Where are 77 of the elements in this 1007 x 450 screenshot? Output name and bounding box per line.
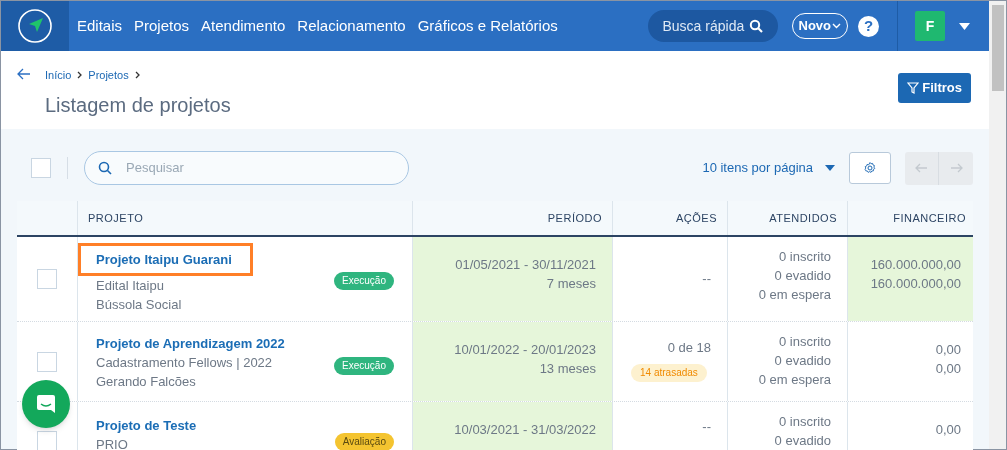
period-text: 13 meses: [539, 360, 596, 378]
nav-link[interactable]: Relacionamento: [297, 14, 406, 38]
column-header[interactable]: AÇÕES: [676, 209, 717, 227]
select-all-checkbox[interactable]: [31, 158, 51, 178]
status-badge: Execução: [334, 272, 394, 290]
financial-text: 160.000.000,00: [870, 256, 961, 274]
project-detail-text: Cadastramento Fellows | 2022: [96, 354, 274, 372]
financial-text: 0,00: [935, 421, 961, 439]
attendance-text: 0 inscrito: [778, 413, 831, 431]
period-text: 7 meses: [546, 275, 596, 293]
column-header[interactable]: ATENDIDOS: [769, 209, 837, 227]
project-title-link[interactable]: Projeto de Aprendizagem 2022: [96, 334, 285, 353]
page-title: Listagem de projetos: [45, 92, 231, 118]
settings-icon: [863, 161, 877, 175]
next-page-button[interactable]: [939, 151, 973, 185]
attendance-text: 0 evadido: [774, 352, 831, 370]
search-icon: [98, 161, 112, 175]
quick-search-field[interactable]: Busca rápida: [647, 10, 778, 42]
help-button[interactable]: ?: [858, 15, 879, 37]
actions-text: --: [702, 417, 711, 436]
caret-down-icon: [825, 165, 835, 171]
project-detail-text: Gerando Falcões: [96, 373, 197, 391]
financial-text: 0,00: [935, 360, 961, 378]
caret-down-icon[interactable]: [959, 22, 970, 30]
attendance-text: 0 inscrito: [778, 333, 831, 351]
financial-text: 0,00: [935, 341, 961, 359]
project-title-link[interactable]: Projeto Itaipu Guarani: [96, 252, 232, 267]
attendance-text: 0 evadido: [774, 432, 831, 450]
quick-search-placeholder: Busca rápida: [662, 16, 745, 36]
filters-button[interactable]: Filtros: [898, 73, 971, 103]
period-text: 01/05/2021 - 30/11/2021: [455, 256, 596, 274]
back-arrow-icon[interactable]: [17, 68, 31, 80]
breadcrumb-link[interactable]: Início: [45, 67, 72, 84]
nav-link[interactable]: Editais: [77, 14, 123, 38]
attendance-text: 0 inscrito: [778, 248, 831, 266]
filter-icon: [907, 82, 920, 94]
period-text: 10/03/2021 - 31/03/2022: [454, 421, 596, 439]
settings-button[interactable]: [849, 152, 891, 184]
project-title-link[interactable]: Projeto de Teste: [96, 416, 197, 435]
attendance-text: 0 em espera: [758, 371, 831, 389]
project-detail-text: Bússola Social: [96, 296, 183, 314]
column-header[interactable]: PROJETO: [88, 209, 144, 227]
row-checkbox[interactable]: [37, 269, 57, 289]
right-arrow-icon: [949, 163, 963, 173]
nav-link[interactable]: Gráficos e Relatórios: [417, 14, 558, 38]
period-text: 10/01/2022 - 20/01/2023: [454, 341, 596, 359]
logo-tile[interactable]: [1, 1, 69, 51]
nav-link[interactable]: Projetos: [134, 14, 190, 38]
column-header[interactable]: PERÍODO: [547, 209, 602, 227]
compass-logo-icon: [17, 8, 53, 44]
left-arrow-icon: [915, 163, 928, 173]
project-detail-text: PRIO: [96, 436, 129, 450]
chevron-right-icon: [134, 71, 140, 80]
project-detail-text: Edital Itaipu: [96, 277, 165, 295]
overdue-badge: 14 atrasadas: [631, 363, 707, 382]
nav-link[interactable]: Atendimento: [201, 14, 286, 38]
search-icon: [748, 19, 763, 33]
status-badge: Avaliação: [334, 433, 394, 450]
attendance-text: 0 evadido: [774, 267, 831, 285]
attendance-text: 0 em espera: [758, 286, 831, 304]
page-size-dropdown[interactable]: 10 itens por página: [702, 158, 835, 178]
scrollbar[interactable]: [989, 1, 1006, 449]
status-badge: Execução: [334, 357, 394, 375]
chat-icon: [35, 393, 57, 415]
chevron-down-icon: [832, 23, 841, 29]
table-row[interactable]: Projeto de Teste PRIO Avaliação 10/03/2021 - 31/03/2022 -- 0 inscrito 0 evadido 0,00: [17, 402, 973, 450]
search-placeholder: Pesquisar: [126, 159, 184, 178]
column-header[interactable]: FINANCEIRO: [893, 209, 966, 227]
previous-page-button[interactable]: [905, 151, 939, 185]
row-checkbox[interactable]: [37, 431, 57, 450]
actions-text: --: [702, 270, 711, 289]
financial-text: 160.000.000,00: [870, 275, 961, 293]
actions-text: 0 de 18: [667, 339, 711, 357]
breadcrumb-link[interactable]: Projetos: [88, 67, 129, 84]
table-row[interactable]: Projeto de Aprendizagem 2022 Cadastramento Fellows | 2022 Gerando Falcões Execução 10/01/2022 - 20/01/2023 13 meses 0 de 18 14 atrasadas 0 inscrito 0 evadido 0 em espera 0,00 0,00: [17, 322, 973, 402]
chevron-right-icon: [77, 71, 83, 80]
row-checkbox[interactable]: [37, 351, 57, 372]
